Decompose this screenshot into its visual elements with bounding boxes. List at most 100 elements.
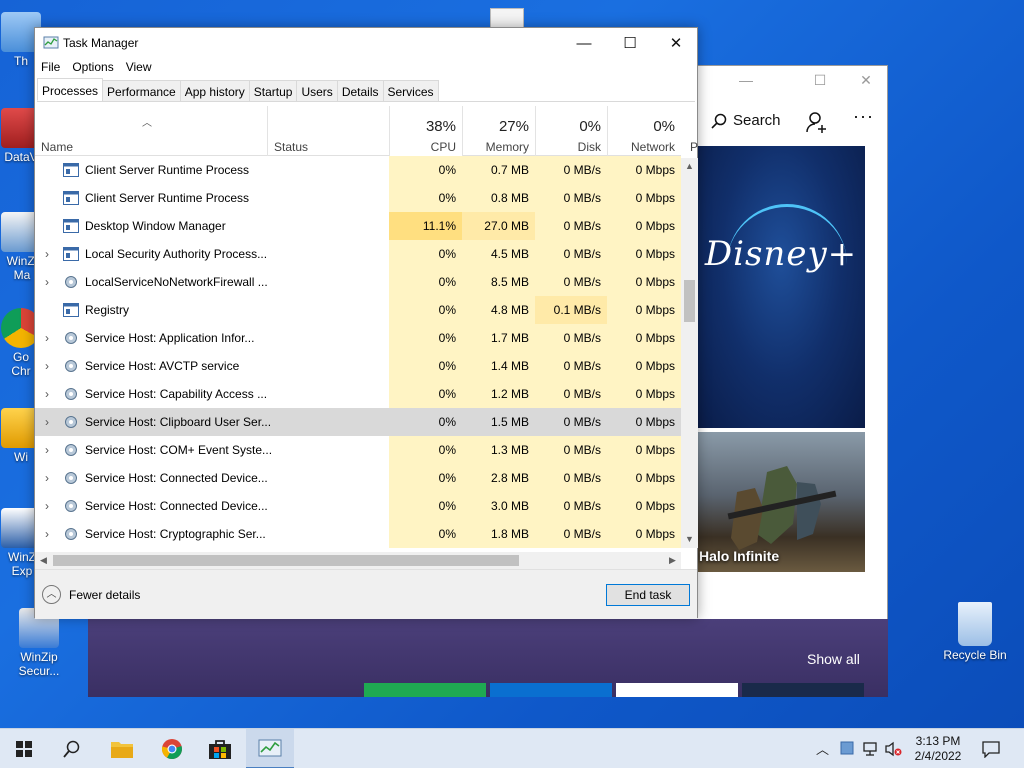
table-row[interactable]: › LocalServiceNoNetworkFirewall ... 0% 8…	[35, 268, 681, 296]
close-button[interactable]: ✕	[653, 28, 699, 58]
scroll-left-icon[interactable]: ◀	[35, 552, 52, 569]
taskbar-chrome[interactable]	[148, 729, 196, 768]
column-network[interactable]: 0% Network	[607, 106, 681, 156]
store-maximize-button[interactable]: ☐	[797, 72, 843, 89]
disney-plus-banner[interactable]: Disney+	[697, 146, 865, 428]
scroll-right-icon[interactable]: ▶	[664, 552, 681, 569]
featured-tile-2[interactable]	[490, 683, 612, 697]
volume-muted-icon[interactable]	[884, 741, 902, 757]
task-manager-icon	[43, 36, 59, 49]
tray-app-icon[interactable]	[840, 741, 854, 755]
taskbar-store[interactable]	[196, 729, 244, 768]
column-power-truncated[interactable]: P	[690, 140, 698, 154]
end-task-button[interactable]: End task	[606, 584, 690, 606]
table-row[interactable]: › Service Host: Connected Device... 0% 3…	[35, 492, 681, 520]
clock-date: 2/4/2022	[914, 749, 962, 763]
menu-file[interactable]: File	[35, 58, 66, 78]
menu-options[interactable]: Options	[66, 58, 119, 78]
table-row[interactable]: Desktop Window Manager 11.1% 27.0 MB 0 M…	[35, 212, 681, 240]
tab-users[interactable]: Users	[296, 80, 338, 101]
menu-view[interactable]: View	[120, 58, 158, 78]
horizontal-scrollbar[interactable]: ◀ ▶	[35, 552, 681, 569]
account-add-icon[interactable]	[805, 110, 829, 134]
store-minimize-button[interactable]: —	[723, 72, 769, 88]
expand-chevron-icon[interactable]: ›	[41, 352, 53, 380]
taskbar-task-manager[interactable]	[246, 729, 294, 768]
store-search-button[interactable]: Search	[711, 112, 781, 129]
more-options-icon[interactable]: ···	[853, 106, 874, 127]
expand-chevron-icon[interactable]: ›	[41, 464, 53, 492]
expand-chevron-icon[interactable]: ›	[41, 520, 53, 548]
table-row[interactable]: Registry 0% 4.8 MB 0.1 MB/s 0 Mbps	[35, 296, 681, 324]
tab-startup[interactable]: Startup	[248, 80, 298, 101]
expand-chevron-icon[interactable]: ›	[41, 240, 53, 268]
table-row-selected[interactable]: › Service Host: Clipboard User Ser... 0%…	[35, 408, 681, 436]
gear-icon	[65, 360, 77, 372]
task-manager-icon	[258, 739, 282, 757]
show-all-link[interactable]: Show all	[807, 651, 860, 667]
maximize-button[interactable]: ☐	[607, 28, 653, 58]
table-row[interactable]: › Service Host: Application Infor... 0% …	[35, 324, 681, 352]
disney-plus-logo: Disney+	[704, 234, 858, 274]
show-hidden-icons-chevron-icon[interactable]: ︿	[816, 739, 829, 758]
gear-icon	[65, 528, 77, 540]
column-memory[interactable]: 27% Memory	[462, 106, 535, 156]
menu-bar: File Options View	[35, 58, 158, 78]
table-row[interactable]: › Service Host: AVCTP service 0% 1.4 MB …	[35, 352, 681, 380]
table-row[interactable]: › Service Host: COM+ Event Syste... 0% 1…	[35, 436, 681, 464]
action-center-notification-icon[interactable]	[982, 740, 1000, 758]
title-bar[interactable]: Task Manager — ☐ ✕	[35, 28, 697, 58]
tab-processes[interactable]: Processes	[37, 78, 104, 101]
tab-details[interactable]: Details	[336, 80, 384, 101]
column-header: ︿ Name Status 38% CPU 27% Memory 0% Disk…	[35, 106, 681, 156]
taskbar-file-explorer[interactable]	[98, 729, 146, 768]
window-title: Task Manager	[63, 36, 139, 50]
column-status[interactable]: Status	[267, 106, 389, 156]
scroll-down-icon[interactable]: ▼	[681, 531, 698, 548]
minimize-button[interactable]: —	[561, 28, 607, 58]
tab-app-history[interactable]: App history	[179, 80, 250, 101]
table-row[interactable]: › Service Host: Connected Device... 0% 2…	[35, 464, 681, 492]
vertical-scroll-thumb[interactable]	[684, 280, 695, 322]
expand-chevron-icon[interactable]: ›	[41, 492, 53, 520]
taskbar-search-button[interactable]	[48, 729, 96, 768]
network-icon[interactable]	[862, 741, 880, 757]
search-icon	[711, 113, 727, 129]
gear-icon	[65, 472, 77, 484]
desktop-icon-recycle-bin[interactable]: Recycle Bin	[940, 602, 1010, 662]
window-process-icon	[63, 163, 79, 177]
window-process-icon	[63, 219, 79, 233]
table-row[interactable]: › Service Host: Cryptographic Ser... 0% …	[35, 520, 681, 548]
column-name[interactable]: Name	[35, 106, 267, 156]
gear-icon	[65, 388, 77, 400]
table-row[interactable]: Client Server Runtime Process 0% 0.8 MB …	[35, 184, 681, 212]
column-disk[interactable]: 0% Disk	[535, 106, 607, 156]
scroll-up-icon[interactable]: ▲	[681, 158, 698, 175]
column-cpu[interactable]: 38% CPU	[389, 106, 462, 156]
table-row[interactable]: › Local Security Authority Process... 0%…	[35, 240, 681, 268]
featured-tile-3[interactable]	[616, 683, 738, 697]
halo-infinite-tile[interactable]: Halo Infinite	[697, 432, 865, 572]
expand-chevron-icon[interactable]: ›	[41, 268, 53, 296]
expand-chevron-icon[interactable]: ›	[41, 408, 53, 436]
halo-infinite-label: Halo Infinite	[699, 548, 780, 564]
system-clock[interactable]: 3:13 PM 2/4/2022	[906, 734, 970, 764]
featured-tile-1[interactable]	[364, 683, 486, 697]
table-row[interactable]: › Service Host: Capability Access ... 0%…	[35, 380, 681, 408]
vertical-scrollbar[interactable]: ▲ ▼	[681, 158, 698, 548]
task-manager-window[interactable]: Task Manager — ☐ ✕ File Options View Pro…	[34, 27, 698, 619]
store-featured-strip: Show all	[88, 619, 888, 697]
tab-strip: Processes Performance App history Startu…	[37, 78, 695, 102]
fewer-details-button[interactable]: ︿ Fewer details	[42, 585, 140, 604]
store-close-button[interactable]: ✕	[843, 72, 887, 89]
search-icon	[63, 740, 80, 758]
featured-tile-4[interactable]	[742, 683, 864, 697]
tab-services[interactable]: Services	[382, 80, 439, 101]
table-row[interactable]: Client Server Runtime Process 0% 0.7 MB …	[35, 156, 681, 184]
expand-chevron-icon[interactable]: ›	[41, 324, 53, 352]
tab-performance[interactable]: Performance	[102, 80, 181, 101]
expand-chevron-icon[interactable]: ›	[41, 436, 53, 464]
horizontal-scroll-thumb[interactable]	[53, 555, 519, 566]
expand-chevron-icon[interactable]: ›	[41, 380, 53, 408]
start-button[interactable]	[0, 729, 48, 768]
